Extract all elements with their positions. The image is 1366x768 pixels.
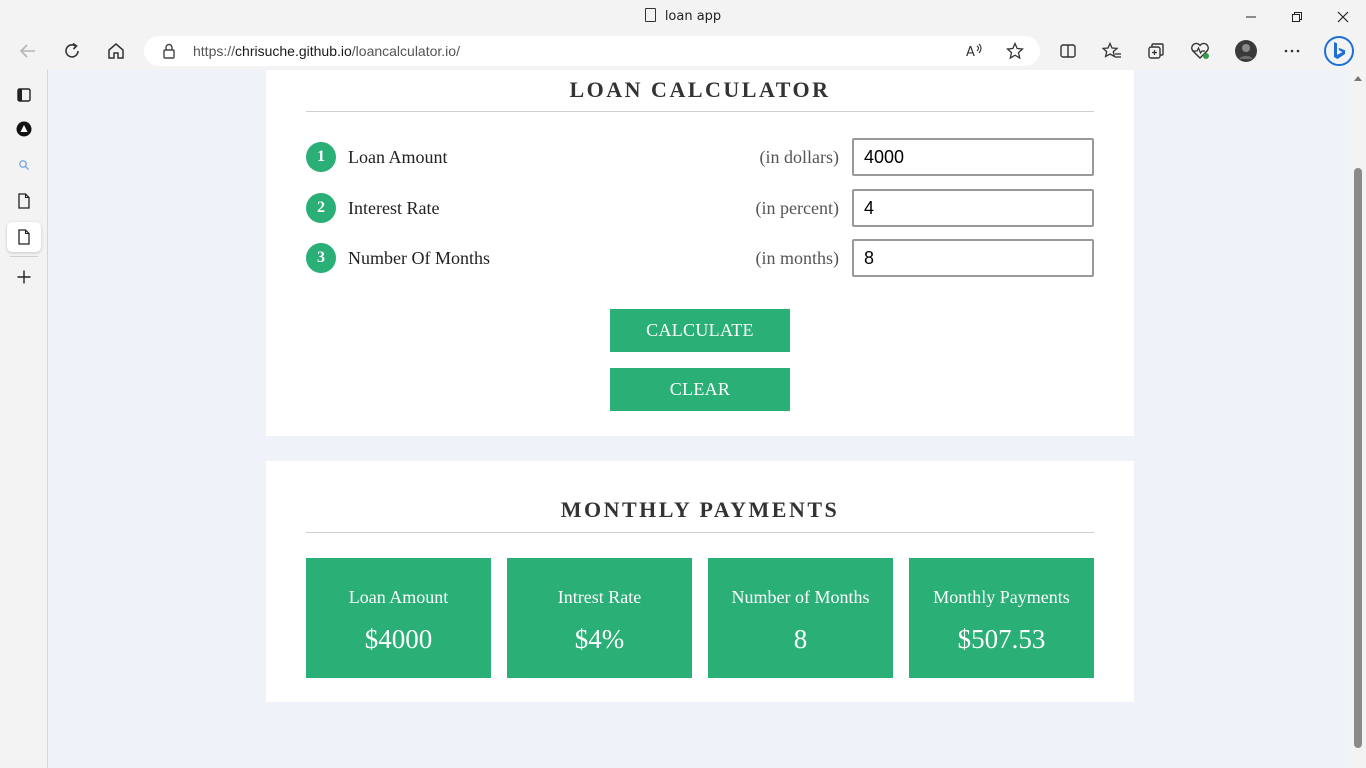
lock-icon[interactable] <box>162 43 176 59</box>
split-screen-icon <box>1060 44 1076 58</box>
close-window-button[interactable] <box>1320 0 1366 33</box>
favorites-button[interactable] <box>1094 33 1130 69</box>
browser-essentials-button[interactable] <box>1182 33 1218 69</box>
step-badge: 2 <box>306 193 336 223</box>
circle-logo-icon <box>16 121 32 137</box>
sidebar-tab-page[interactable] <box>7 186 41 216</box>
vertical-scrollbar[interactable] <box>1350 70 1366 768</box>
svg-text:A: A <box>966 45 975 60</box>
loan-amount-input[interactable] <box>852 138 1094 176</box>
heart-pulse-icon <box>1191 42 1209 59</box>
scroll-up-arrow-icon[interactable] <box>1354 76 1362 81</box>
sidebar-divider <box>10 256 38 257</box>
title-divider <box>306 111 1094 112</box>
collections-button[interactable] <box>1138 33 1174 69</box>
field-label: Loan Amount <box>348 147 448 167</box>
url-path: /loancalculator.io/ <box>351 43 460 59</box>
url-text[interactable]: https://chrisuche.github.io/loancalculat… <box>193 43 460 59</box>
payments-title: MONTHLY PAYMENTS <box>560 497 840 522</box>
split-screen-button[interactable] <box>1050 33 1086 69</box>
url-scheme: https:// <box>193 43 236 59</box>
tab-actions-icon <box>17 88 31 102</box>
refresh-icon <box>65 42 79 58</box>
months-input[interactable] <box>852 239 1094 277</box>
sidebar-tab-active[interactable] <box>7 222 41 252</box>
collections-icon <box>1148 43 1164 59</box>
interest-rate-stat: Intrest Rate $4% <box>507 558 692 678</box>
search-icon <box>19 160 29 170</box>
tab-title[interactable]: loan app <box>0 8 1366 24</box>
page-icon <box>18 193 30 209</box>
address-bar[interactable]: https://chrisuche.github.io/loancalculat… <box>144 36 1040 66</box>
favorites-icon <box>1102 42 1121 58</box>
restore-icon <box>1292 11 1302 22</box>
step-badge: 3 <box>306 243 336 273</box>
settings-menu-button[interactable] <box>1274 33 1310 69</box>
vertical-tabs-sidebar <box>0 70 48 768</box>
bing-icon <box>1324 36 1354 66</box>
months-row: 3 Number Of Months (in months) <box>306 239 1094 277</box>
favorite-button[interactable] <box>997 33 1033 69</box>
window-titlebar: loan app <box>0 0 1366 33</box>
tab-actions-button[interactable] <box>7 80 41 110</box>
calculate-button[interactable]: CALCULATE <box>610 309 790 352</box>
back-arrow-icon <box>19 44 35 58</box>
stat-value: $507.53 <box>957 624 1046 654</box>
more-dots-icon <box>1284 49 1300 53</box>
back-button[interactable] <box>10 33 46 69</box>
new-tab-button[interactable] <box>7 262 41 292</box>
close-icon <box>1337 11 1349 22</box>
read-aloud-button[interactable]: A <box>957 33 993 69</box>
step-badge: 1 <box>306 142 336 172</box>
stat-value: $4% <box>574 624 625 654</box>
read-aloud-icon: A <box>966 43 982 60</box>
monthly-payments-card: MONTHLY PAYMENTS Loan Amount $4000 Intre… <box>266 461 1134 702</box>
sidebar-tab-app[interactable] <box>7 114 41 144</box>
monthly-payment-stat: Monthly Payments $507.53 <box>909 558 1094 678</box>
page-icon <box>18 229 30 245</box>
home-button[interactable] <box>98 33 134 69</box>
home-icon <box>108 43 124 59</box>
minimize-icon <box>1246 16 1256 17</box>
clear-button[interactable]: CLEAR <box>610 368 790 411</box>
star-icon <box>1006 42 1024 60</box>
stat-value: 8 <box>793 624 808 654</box>
scrollbar-thumb[interactable] <box>1354 168 1362 748</box>
months-stat: Number of Months 8 <box>708 558 893 678</box>
calculator-card: LOAN CALCULATOR 1 Loan Amount (in dollar… <box>266 70 1134 436</box>
field-unit: (in dollars) <box>759 147 839 167</box>
page-viewport: LOAN CALCULATOR 1 Loan Amount (in dollar… <box>48 70 1350 768</box>
sidebar-tab-search[interactable] <box>7 150 41 180</box>
calculator-title: LOAN CALCULATOR <box>569 77 831 102</box>
stat-label: Monthly Payments <box>933 587 1070 607</box>
plus-icon <box>17 270 31 284</box>
page-icon <box>644 8 656 22</box>
field-unit: (in percent) <box>755 198 839 218</box>
browser-toolbar: https://chrisuche.github.io/loancalculat… <box>0 33 1366 70</box>
interest-rate-row: 2 Interest Rate (in percent) <box>306 189 1094 227</box>
field-label: Interest Rate <box>348 198 440 218</box>
profile-button[interactable] <box>1228 33 1264 69</box>
stat-label: Loan Amount <box>348 587 449 607</box>
avatar-icon <box>1235 40 1257 62</box>
field-label: Number Of Months <box>348 248 490 268</box>
url-host: chrisuche.github.io <box>235 43 352 59</box>
minimize-button[interactable] <box>1228 0 1274 33</box>
interest-rate-input[interactable] <box>852 189 1094 227</box>
restore-button[interactable] <box>1274 0 1320 33</box>
refresh-button[interactable] <box>54 33 90 69</box>
stat-value: $4000 <box>364 624 433 654</box>
payments-divider <box>306 532 1094 533</box>
field-unit: (in months) <box>755 248 840 268</box>
loan-amount-stat: Loan Amount $4000 <box>306 558 491 678</box>
tab-title-text: loan app <box>664 9 722 24</box>
bing-copilot-button[interactable] <box>1320 32 1358 70</box>
stat-label: Intrest Rate <box>557 587 642 607</box>
stat-label: Number of Months <box>731 587 870 607</box>
loan-amount-row: 1 Loan Amount (in dollars) <box>306 138 1094 176</box>
